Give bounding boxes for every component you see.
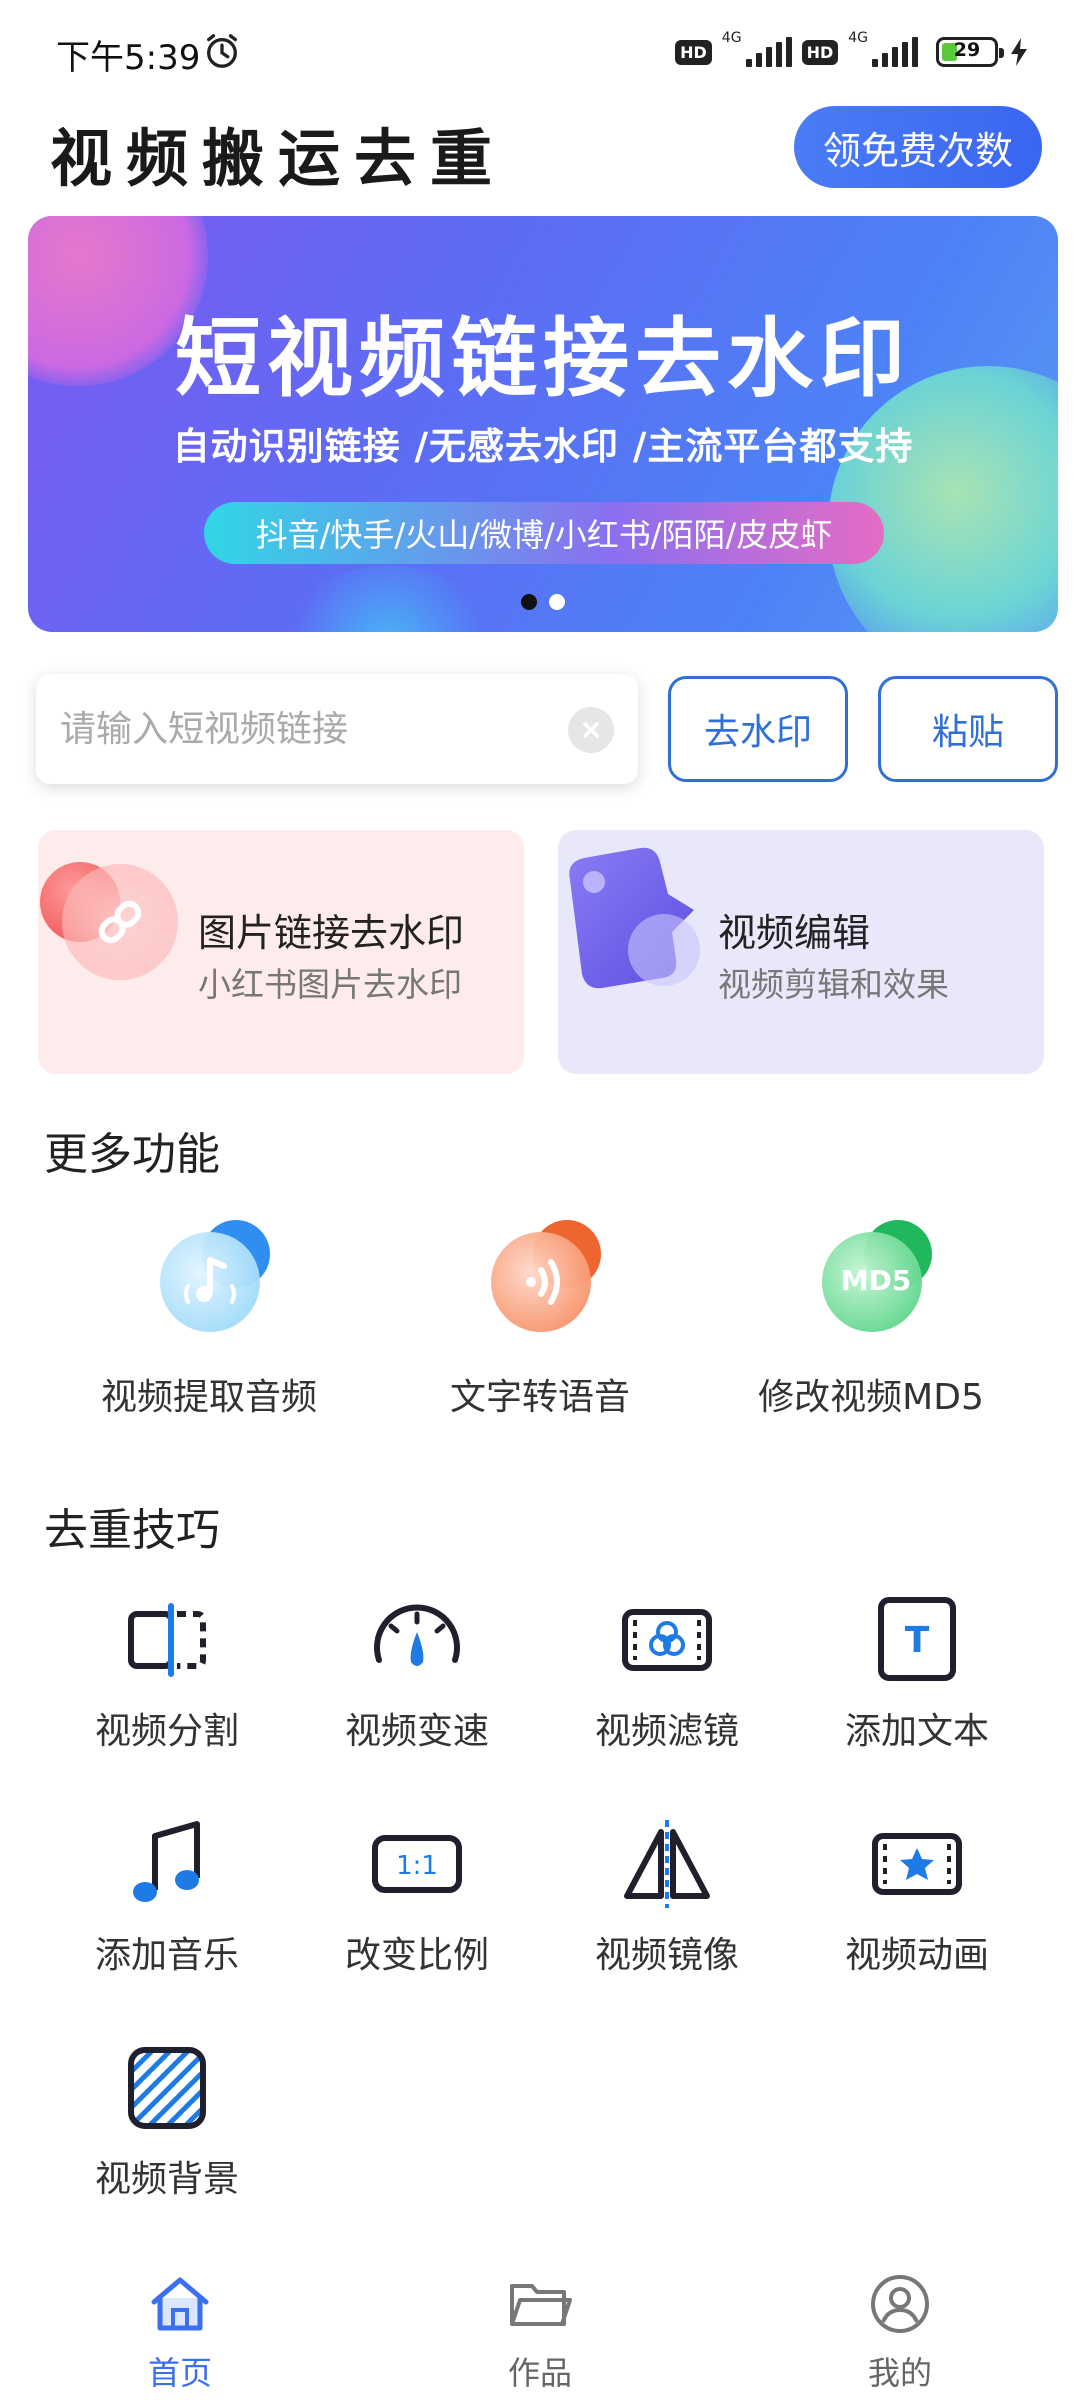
bottom-navigation: 首页 作品 我的 (0, 2270, 1080, 2400)
add-text-item[interactable]: T 添加文本 (792, 1590, 1042, 1780)
nav-works[interactable]: 作品 (440, 2270, 640, 2400)
video-tag-icon (569, 847, 700, 989)
add-music-item[interactable]: 添加音乐 (42, 1814, 292, 2004)
get-free-uses-button[interactable]: 领免费次数 (794, 106, 1042, 188)
more-functions-title: 更多功能 (44, 1129, 220, 1180)
video-split-item[interactable]: 视频分割 (42, 1590, 292, 1780)
tip-label: 视频变速 (344, 1711, 489, 1752)
home-icon (151, 2277, 209, 2331)
banner-subtitle: 自动识别链接 /无感去水印 /主流平台都支持 (172, 425, 914, 468)
tip-label: 视频背景 (94, 2159, 239, 2200)
image-watermark-card[interactable]: 图片链接去水印 小红书图片去水印 (38, 830, 524, 1074)
paste-button[interactable]: 粘贴 (878, 676, 1058, 782)
tip-label: 添加文本 (844, 1711, 989, 1752)
nav-mine[interactable]: 我的 (800, 2270, 1000, 2400)
video-edit-card[interactable]: 视频编辑 视频剪辑和效果 (558, 830, 1044, 1074)
extract-audio-item[interactable]: 视频提取音频 (44, 1218, 374, 1438)
function-label: 文字转语音 (449, 1377, 630, 1418)
remove-watermark-button[interactable]: 去水印 (668, 676, 848, 782)
filter-icon (622, 1609, 712, 1671)
status-bar: 下午5:39 HD 4G HD 4G 29 (0, 0, 1080, 100)
nav-label: 首页 (147, 2354, 212, 2392)
clear-input-icon[interactable] (568, 707, 614, 753)
split-icon (128, 1603, 206, 1677)
mirror-icon (624, 1820, 710, 1908)
status-indicators: HD 4G HD 4G 29 (675, 30, 1030, 74)
hd-badge: HD (801, 39, 839, 65)
battery-icon: 29 (936, 37, 1004, 67)
modify-md5-item[interactable]: MD5 修改视频MD5 (706, 1218, 1036, 1438)
nav-label: 作品 (507, 2354, 572, 2392)
video-mirror-item[interactable]: 视频镜像 (542, 1814, 792, 2004)
tip-label: 视频动画 (844, 1935, 989, 1976)
md5-icon-text: MD5 (841, 1264, 912, 1297)
tip-label: 视频分割 (94, 1711, 239, 1752)
folder-icon (510, 2284, 572, 2326)
link-icon (40, 862, 178, 980)
signal-icon (745, 37, 792, 67)
banner-dot-active[interactable] (521, 594, 537, 610)
user-icon (871, 2275, 929, 2333)
video-speed-item[interactable]: 视频变速 (292, 1590, 542, 1780)
signal-icon (872, 37, 918, 67)
nav-home[interactable]: 首页 (80, 2270, 280, 2400)
ratio-icon: 1:1 (372, 1835, 462, 1893)
banner-page-indicator (28, 594, 1058, 610)
banner-dot[interactable] (549, 594, 565, 610)
promo-banner[interactable]: 短视频链接去水印 自动识别链接 /无感去水印 /主流平台都支持 抖音/快手/火山… (28, 216, 1058, 632)
app-title: 视频搬运去重 (50, 122, 507, 195)
music-icon (133, 1821, 200, 1902)
card-title: 图片链接去水印 (198, 911, 465, 955)
network-type: 4G (848, 30, 868, 46)
nav-label: 我的 (867, 2354, 932, 2392)
speed-gauge-icon (374, 1604, 460, 1666)
text-icon: T (878, 1597, 956, 1681)
charging-bolt-icon (1011, 38, 1027, 66)
tip-label: 改变比例 (344, 1935, 489, 1976)
banner-platforms: 抖音/快手/火山/微博/小红书/陌陌/皮皮虾 (204, 502, 884, 564)
network-type: 4G (721, 30, 742, 46)
card-subtitle: 小红书图片去水印 (198, 965, 462, 1004)
link-input-container (36, 674, 638, 784)
function-label: 视频提取音频 (100, 1377, 317, 1418)
text-to-speech-item[interactable]: 文字转语音 (375, 1218, 705, 1438)
tip-label: 添加音乐 (94, 1935, 239, 1976)
video-background-item[interactable]: 视频背景 (42, 2038, 292, 2228)
background-icon (128, 2047, 206, 2129)
video-link-input[interactable] (60, 674, 580, 784)
tip-label: 视频滤镜 (594, 1711, 739, 1752)
star-film-icon (872, 1833, 962, 1895)
banner-title: 短视频链接去水印 (175, 309, 911, 409)
card-subtitle: 视频剪辑和效果 (718, 965, 949, 1004)
text-icon-letter: T (905, 1620, 930, 1661)
function-label: 修改视频MD5 (758, 1377, 984, 1418)
change-ratio-item[interactable]: 1:1 改变比例 (292, 1814, 542, 2004)
video-animation-item[interactable]: 视频动画 (792, 1814, 1042, 2004)
alarm-icon (207, 34, 237, 68)
battery-level: 29 (953, 39, 981, 61)
tip-label: 视频镜像 (594, 1935, 739, 1976)
status-time: 下午5:39 (56, 38, 201, 78)
sound-wave-icon (491, 1220, 601, 1332)
video-filter-item[interactable]: 视频滤镜 (542, 1590, 792, 1780)
music-note-icon (160, 1220, 270, 1332)
card-title: 视频编辑 (718, 911, 871, 955)
hd-badge: HD (675, 39, 712, 65)
ratio-icon-text: 1:1 (396, 1851, 438, 1881)
md5-icon: MD5 (822, 1220, 932, 1332)
tips-title: 去重技巧 (44, 1505, 220, 1556)
